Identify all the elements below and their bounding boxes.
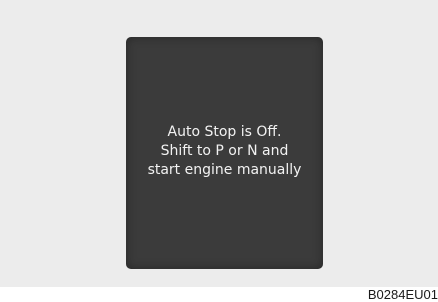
figure-background: Auto Stop is Off. Shift to P or N and st… — [0, 0, 438, 287]
auto-stop-message: Auto Stop is Off. Shift to P or N and st… — [126, 123, 323, 180]
message-line-1: Auto Stop is Off. — [167, 124, 282, 140]
cluster-display-screen: Auto Stop is Off. Shift to P or N and st… — [126, 37, 323, 269]
message-line-3: start engine manually — [147, 162, 302, 178]
figure-code: B0284EU01 — [367, 287, 438, 302]
message-line-2: Shift to P or N and — [160, 143, 289, 159]
